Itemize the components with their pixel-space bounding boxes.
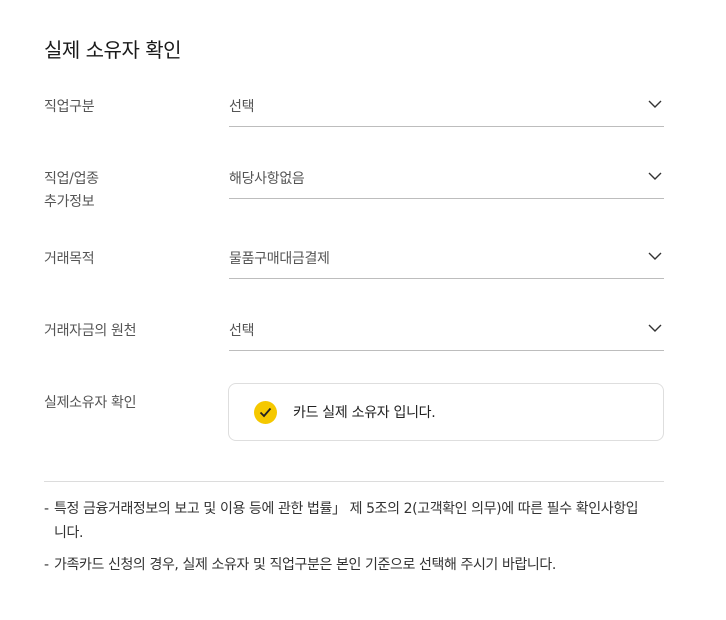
real-owner-checkbox-label: 카드 실제 소유자 입니다.	[293, 405, 436, 421]
chevron-down-icon	[648, 324, 662, 332]
job-industry-select[interactable]: 해당사항없음	[229, 165, 664, 199]
fund-source-label: 거래자금의 원천	[44, 323, 137, 339]
job-industry-value: 해당사항없음	[229, 171, 305, 187]
real-owner-checkbox[interactable]: 카드 실제 소유자 입니다.	[228, 383, 664, 441]
notice-item: - 특정 금융거래정보의 보고 및 이용 등에 관한 법률」 제 5조의 2(고…	[44, 497, 644, 545]
notice-bullet: -	[44, 501, 49, 517]
transaction-purpose-value: 물품구매대금결제	[229, 251, 330, 267]
chevron-down-icon	[648, 172, 662, 180]
page-title: 실제 소유자 확인	[44, 38, 182, 62]
transaction-purpose-select[interactable]: 물품구매대금결제	[229, 245, 664, 279]
real-owner-label: 실제소유자 확인	[44, 395, 137, 411]
notice-text: 가족카드 신청의 경우, 실제 소유자 및 직업구분은 본인 기준으로 선택해 …	[54, 557, 556, 573]
job-industry-label: 직업/업종 추가정보	[44, 168, 99, 214]
job-category-label: 직업구분	[44, 99, 95, 115]
check-icon	[254, 401, 277, 424]
fund-source-select[interactable]: 선택	[229, 317, 664, 351]
transaction-purpose-label: 거래목적	[44, 251, 95, 267]
real-owner-confirmation-page: 실제 소유자 확인 직업구분 선택 직업/업종 추가정보 해당사항없음 거래목적…	[0, 0, 726, 620]
chevron-down-icon	[648, 100, 662, 108]
notice-text: 특정 금융거래정보의 보고 및 이용 등에 관한 법률」 제 5조의 2(고객확…	[54, 501, 639, 541]
fund-source-value: 선택	[229, 323, 255, 339]
job-category-select[interactable]: 선택	[229, 93, 664, 127]
chevron-down-icon	[648, 252, 662, 260]
job-industry-label-line2: 추가정보	[44, 194, 95, 210]
job-category-value: 선택	[229, 99, 255, 115]
notice-item: - 가족카드 신청의 경우, 실제 소유자 및 직업구분은 본인 기준으로 선택…	[44, 553, 644, 577]
divider	[44, 481, 664, 482]
job-industry-label-line1: 직업/업종	[44, 171, 99, 187]
notice-bullet: -	[44, 557, 49, 573]
